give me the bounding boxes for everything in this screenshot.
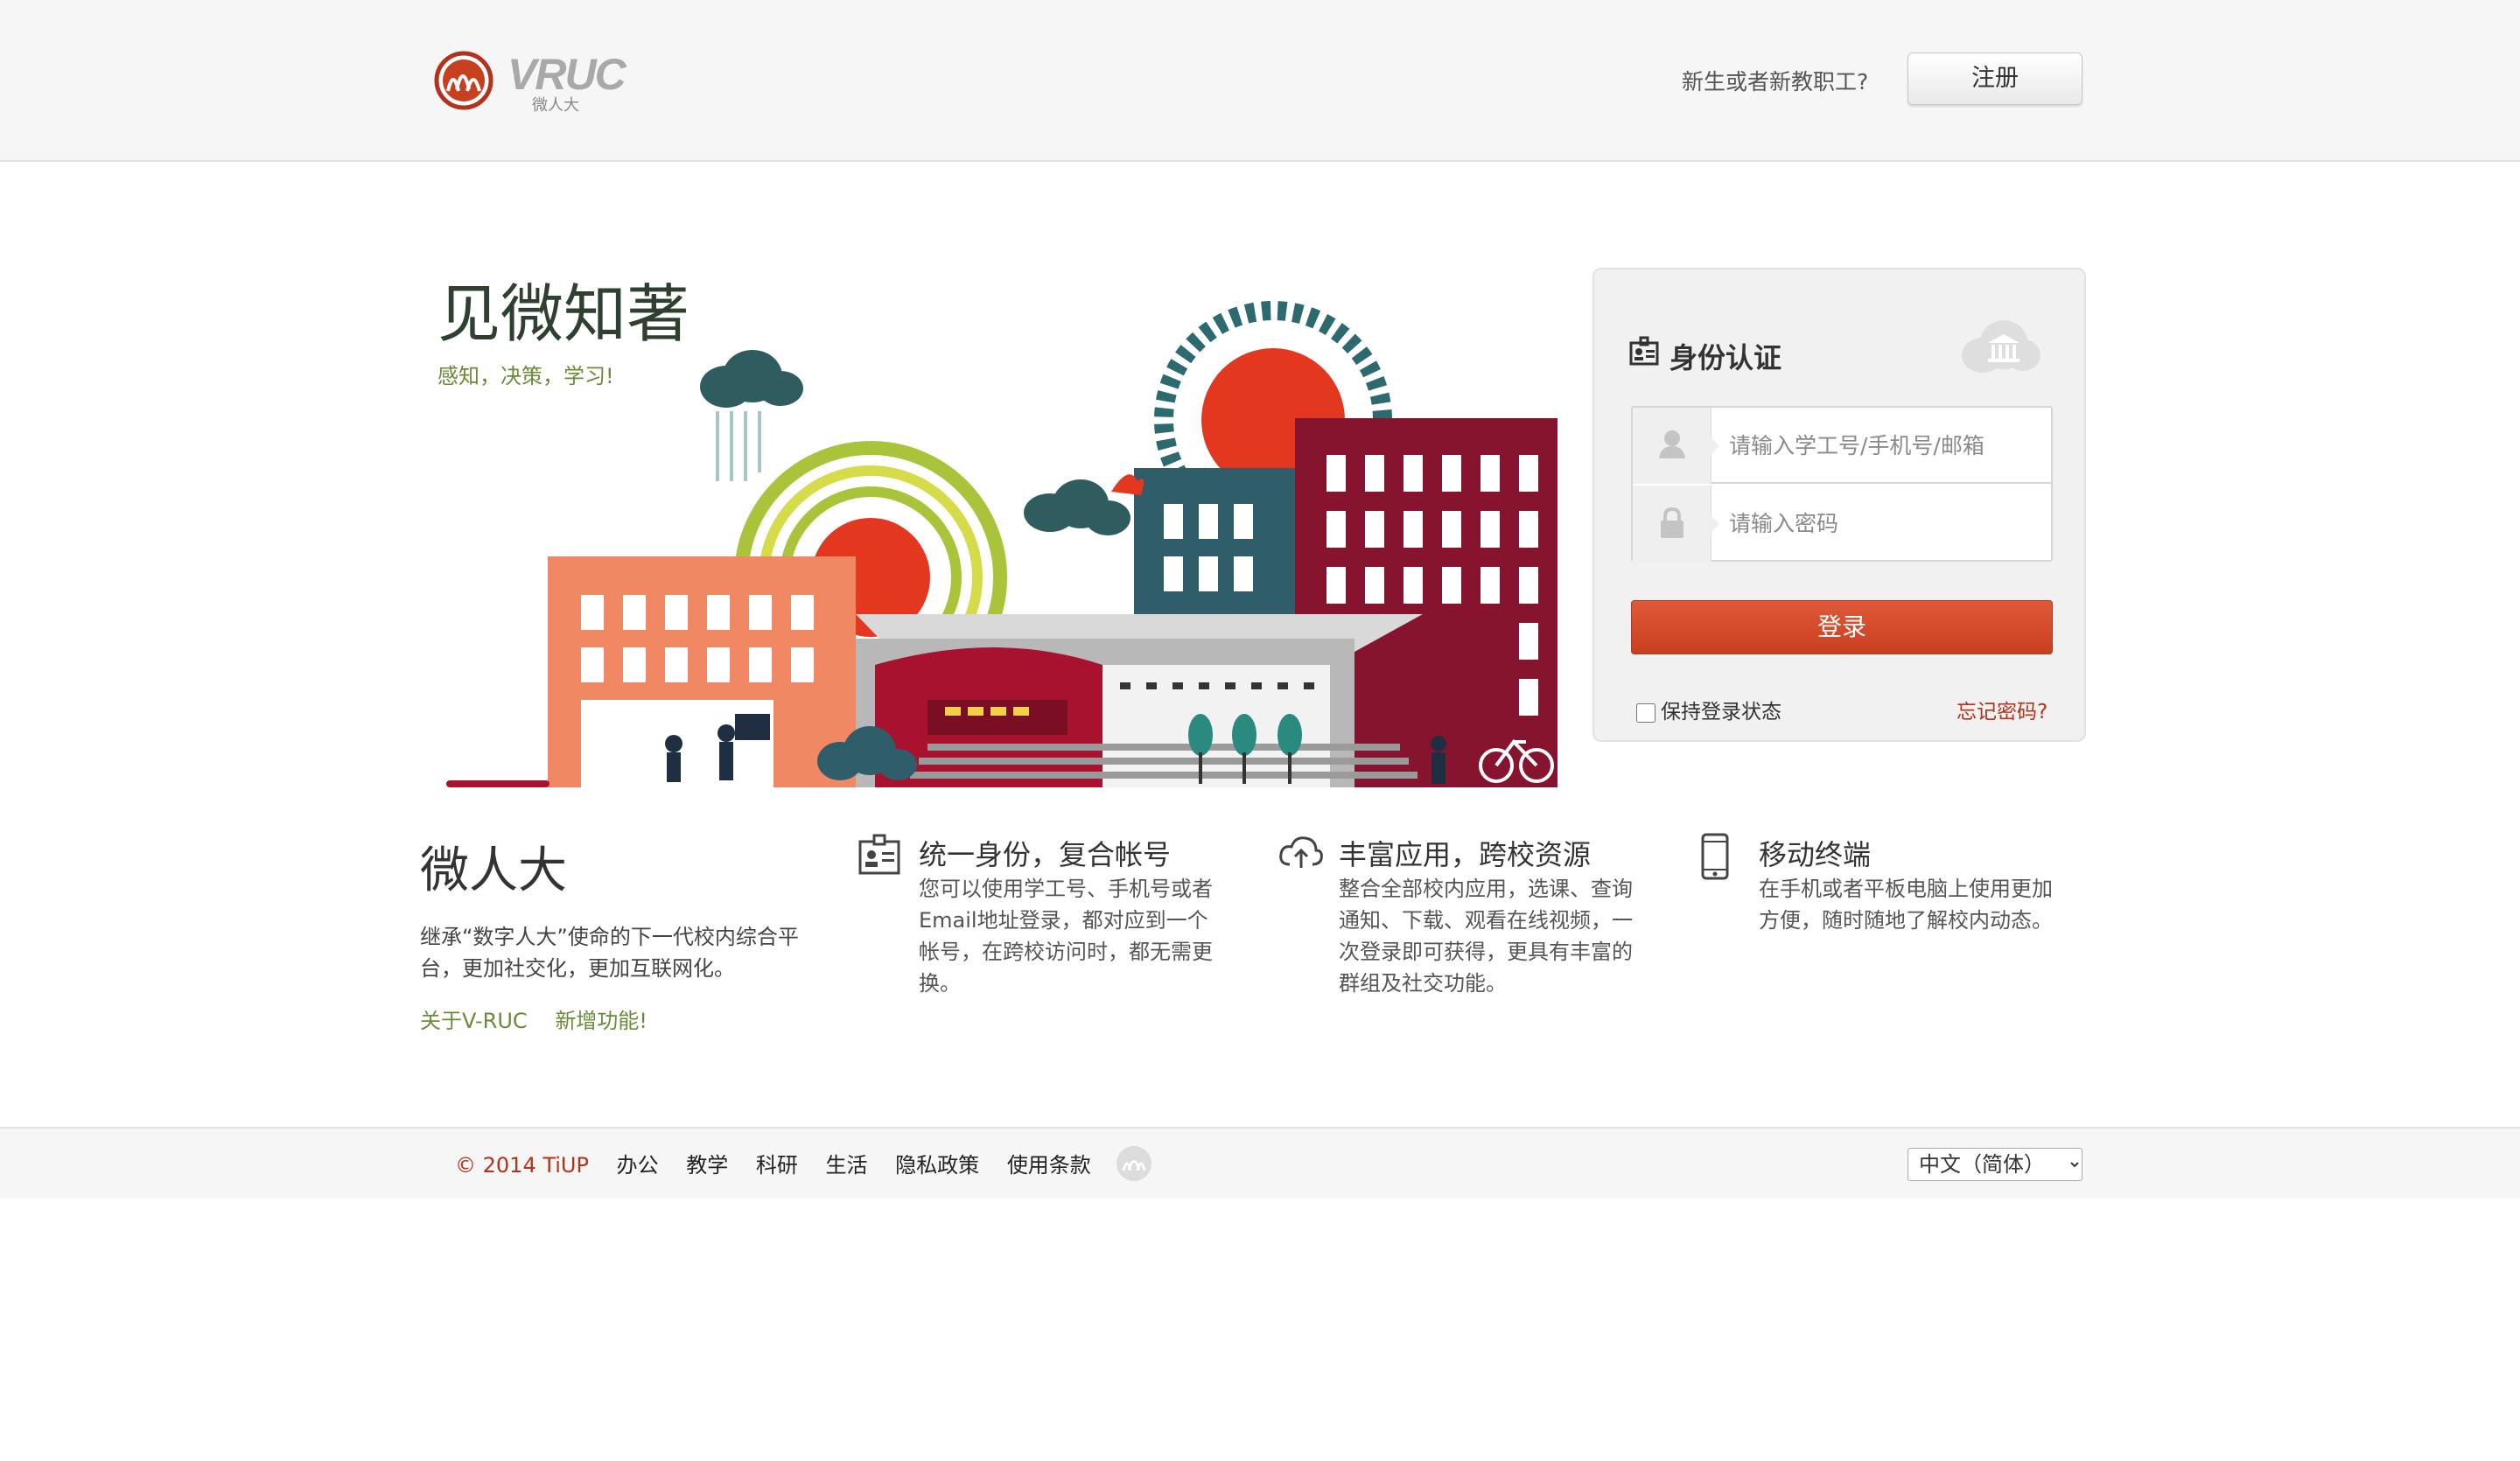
about-title: 微人大	[420, 842, 567, 899]
register-prompt: 新生或者新教职工?	[1682, 69, 1869, 94]
footer-links: © 2014 TiUP 办公 教学 科研 生活 隐私政策 使用条款	[455, 1148, 1112, 1178]
login-title: 身份认证	[1670, 341, 1782, 374]
user-icon	[1659, 430, 1685, 458]
footer-link-privacy[interactable]: 隐私政策	[895, 1153, 979, 1178]
user-icon-box	[1633, 408, 1712, 484]
register-button[interactable]: 注册	[1908, 52, 2082, 105]
login-fields	[1631, 406, 2053, 562]
footer-link-life[interactable]: 生活	[826, 1153, 868, 1178]
feature-title: 统一身份，复合帐号	[919, 838, 1172, 871]
logo[interactable]: VRUC 微人大	[434, 47, 626, 117]
about-links: 关于V-RUC 新增功能!	[420, 1003, 805, 1034]
ruc-emblem-icon	[434, 51, 494, 110]
lock-icon	[1661, 507, 1684, 538]
about-description: 继承“数字人大”使命的下一代校内综合平台，更加社交化，更加互联网化。	[420, 925, 799, 981]
login-button[interactable]: 登录	[1631, 600, 2053, 654]
username-row	[1633, 408, 2051, 484]
username-input[interactable]	[1729, 420, 2035, 471]
feature-description: 在手机或者平板电脑上使用更加方便，随时随地了解校内动态。	[1759, 877, 2053, 933]
feature-description: 您可以使用学工号、手机号或者Email地址登录，都对应到一个帐号，在跨校访问时，…	[919, 877, 1213, 996]
remember-label: 保持登录状态	[1661, 701, 1782, 724]
id-card-icon	[1629, 336, 1659, 366]
remember-me[interactable]: 保持登录状态	[1636, 695, 1782, 724]
feature-title: 移动终端	[1759, 838, 1872, 871]
footer-link-research[interactable]: 科研	[756, 1153, 798, 1178]
login-panel: 身份认证 请输入学工号/手机号/邮箱 登录 保持登录状态 忘记密码?	[1592, 268, 2086, 742]
top-header: VRUC 微人大 新生或者新教职工? 注册	[0, 0, 2520, 162]
lock-icon-box	[1633, 486, 1712, 562]
logo-subtitle: 微人大	[532, 96, 579, 115]
ruc-emblem-small-icon	[1116, 1146, 1152, 1181]
forgot-password-link[interactable]: 忘记密码?	[1956, 695, 2048, 724]
footer-link-terms[interactable]: 使用条款	[1007, 1153, 1091, 1178]
about-vruc-link[interactable]: 关于V-RUC	[420, 1009, 528, 1033]
footer: © 2014 TiUP 办公 教学 科研 生活 隐私政策 使用条款 中文（简体）	[0, 1127, 2520, 1199]
input-arrow	[1711, 515, 1719, 533]
ground-dots	[446, 780, 550, 787]
footer-link-teaching[interactable]: 教学	[686, 1153, 728, 1178]
id-card-icon	[858, 834, 900, 875]
mobile-phone-icon	[1701, 833, 1729, 880]
password-row	[1633, 486, 2051, 562]
cloud-building-icon	[1962, 320, 2040, 373]
feature-description: 整合全部校内应用，选课、查询通知、下载、观看在线视频，一次登录即可获得，更具有丰…	[1339, 877, 1633, 996]
password-input[interactable]	[1729, 498, 2035, 549]
about-section: 微人大 继承“数字人大”使命的下一代校内综合平台，更加社交化，更加互联网化。 关…	[420, 831, 805, 1034]
cloud-left	[700, 350, 803, 408]
language-select[interactable]: 中文（简体）	[1908, 1148, 2082, 1181]
copyright: © 2014 TiUP	[455, 1153, 589, 1178]
footer-link-office[interactable]: 办公	[617, 1153, 659, 1178]
feature-title: 丰富应用，跨校资源	[1339, 838, 1592, 871]
trees	[1188, 714, 1302, 756]
cloud-upload-icon	[1279, 836, 1323, 868]
rain-dots	[716, 411, 761, 481]
input-arrow	[1711, 437, 1719, 455]
campus-illustration	[446, 301, 1558, 787]
remember-checkbox[interactable]	[1636, 703, 1656, 723]
new-features-link[interactable]: 新增功能!	[555, 1009, 648, 1033]
